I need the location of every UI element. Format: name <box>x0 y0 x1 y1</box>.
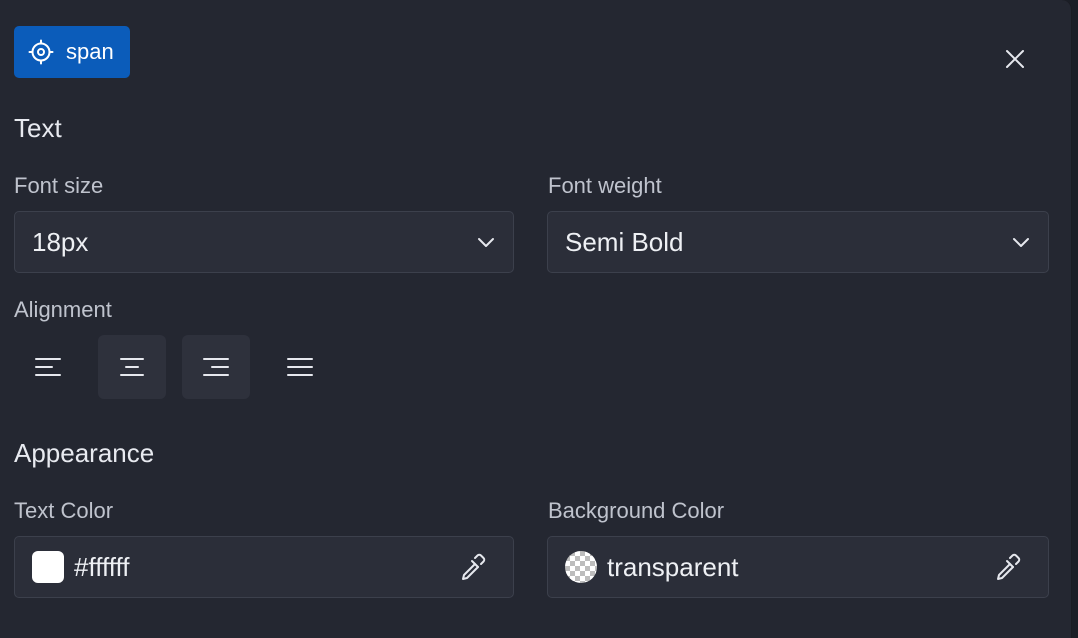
text-color-label: Text Color <box>14 498 114 523</box>
font-weight-value: Semi Bold <box>565 226 684 257</box>
background-color-field[interactable]: transparent <box>547 536 1049 598</box>
chevron-down-icon <box>1010 231 1032 253</box>
align-right-icon <box>202 356 230 378</box>
background-color-label: Background Color <box>548 498 725 523</box>
text-color-value: #ffffff <box>74 551 130 582</box>
style-panel: span Text Font size 18px Font weight Sem… <box>0 0 1072 638</box>
align-left-icon <box>34 356 62 378</box>
transparent-swatch[interactable] <box>565 551 597 583</box>
font-weight-select[interactable]: Semi Bold <box>547 211 1049 273</box>
element-tag-badge[interactable]: span <box>14 26 130 78</box>
align-left-button[interactable] <box>14 335 82 399</box>
text-color-swatch[interactable] <box>32 551 64 583</box>
alignment-label: Alignment <box>14 297 112 322</box>
target-icon <box>28 39 54 65</box>
chevron-down-icon <box>475 231 497 253</box>
background-color-value: transparent <box>607 551 739 582</box>
close-icon <box>1004 48 1026 70</box>
eyedropper-button[interactable] <box>990 550 1024 584</box>
text-color-field[interactable]: #ffffff <box>14 536 514 598</box>
font-size-select[interactable]: 18px <box>14 211 514 273</box>
font-size-value: 18px <box>32 226 89 257</box>
text-section-title: Text <box>14 113 62 143</box>
font-weight-label: Font weight <box>548 173 662 198</box>
close-button[interactable] <box>998 42 1032 76</box>
eyedropper-icon <box>457 552 487 582</box>
align-justify-icon <box>286 356 314 378</box>
align-center-icon <box>118 356 146 378</box>
align-justify-button[interactable] <box>266 335 334 399</box>
appearance-section-title: Appearance <box>14 438 155 468</box>
alignment-group <box>14 335 350 399</box>
align-center-button[interactable] <box>98 335 166 399</box>
eyedropper-button[interactable] <box>455 550 489 584</box>
element-tag-label: span <box>66 39 114 64</box>
eyedropper-icon <box>992 552 1022 582</box>
align-right-button[interactable] <box>182 335 250 399</box>
font-size-label: Font size <box>14 173 104 198</box>
